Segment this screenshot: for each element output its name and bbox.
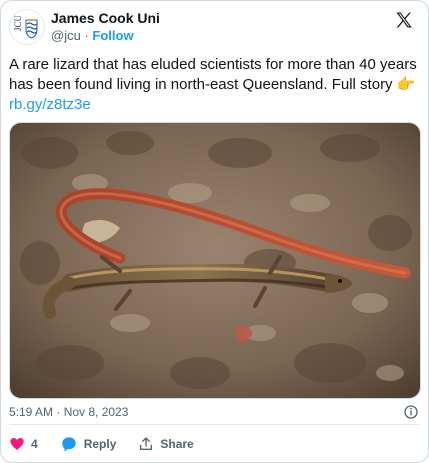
- handle-row: @jcu · Follow: [51, 27, 160, 44]
- follow-button[interactable]: Follow: [92, 28, 133, 43]
- tweet-card: JCU James Cook Uni @jcu · Follow A rare …: [0, 0, 429, 463]
- x-logo-icon[interactable]: [394, 10, 414, 30]
- account-names: James Cook Uni @jcu · Follow: [51, 10, 160, 44]
- tweet-header: JCU James Cook Uni @jcu · Follow: [9, 7, 160, 47]
- share-button[interactable]: Share: [138, 436, 194, 452]
- tweet-image[interactable]: [9, 122, 421, 399]
- jcu-logo-icon: JCU: [13, 14, 38, 39]
- separator: ·: [84, 28, 89, 43]
- reply-icon: [61, 437, 76, 452]
- divider: [9, 424, 419, 425]
- timestamp[interactable]: 5:19 AM · Nov 8, 2023: [9, 405, 128, 419]
- handle[interactable]: @jcu: [51, 28, 81, 43]
- tweet-text: A rare lizard that has eluded scientists…: [9, 55, 419, 115]
- pointing-hand-emoji: 👉: [396, 76, 416, 93]
- reply-button[interactable]: Reply: [60, 435, 117, 453]
- heart-icon: [10, 438, 24, 450]
- lizard-photo: [10, 123, 420, 398]
- display-name[interactable]: James Cook Uni: [51, 10, 160, 27]
- like-count: 4: [31, 437, 38, 451]
- tweet-link[interactable]: rb.gy/z8tz3e: [9, 96, 91, 113]
- tweet-body: A rare lizard that has eluded scientists…: [9, 56, 417, 93]
- avatar[interactable]: JCU: [9, 9, 45, 45]
- share-icon: [140, 437, 153, 450]
- like-button[interactable]: 4: [9, 436, 38, 452]
- action-bar: 4 Reply Share: [9, 435, 216, 453]
- svg-text:JCU: JCU: [13, 14, 23, 31]
- share-label: Share: [160, 437, 194, 451]
- reply-label: Reply: [83, 437, 117, 451]
- info-icon[interactable]: [403, 404, 419, 420]
- timestamp-row: 5:19 AM · Nov 8, 2023: [9, 404, 419, 420]
